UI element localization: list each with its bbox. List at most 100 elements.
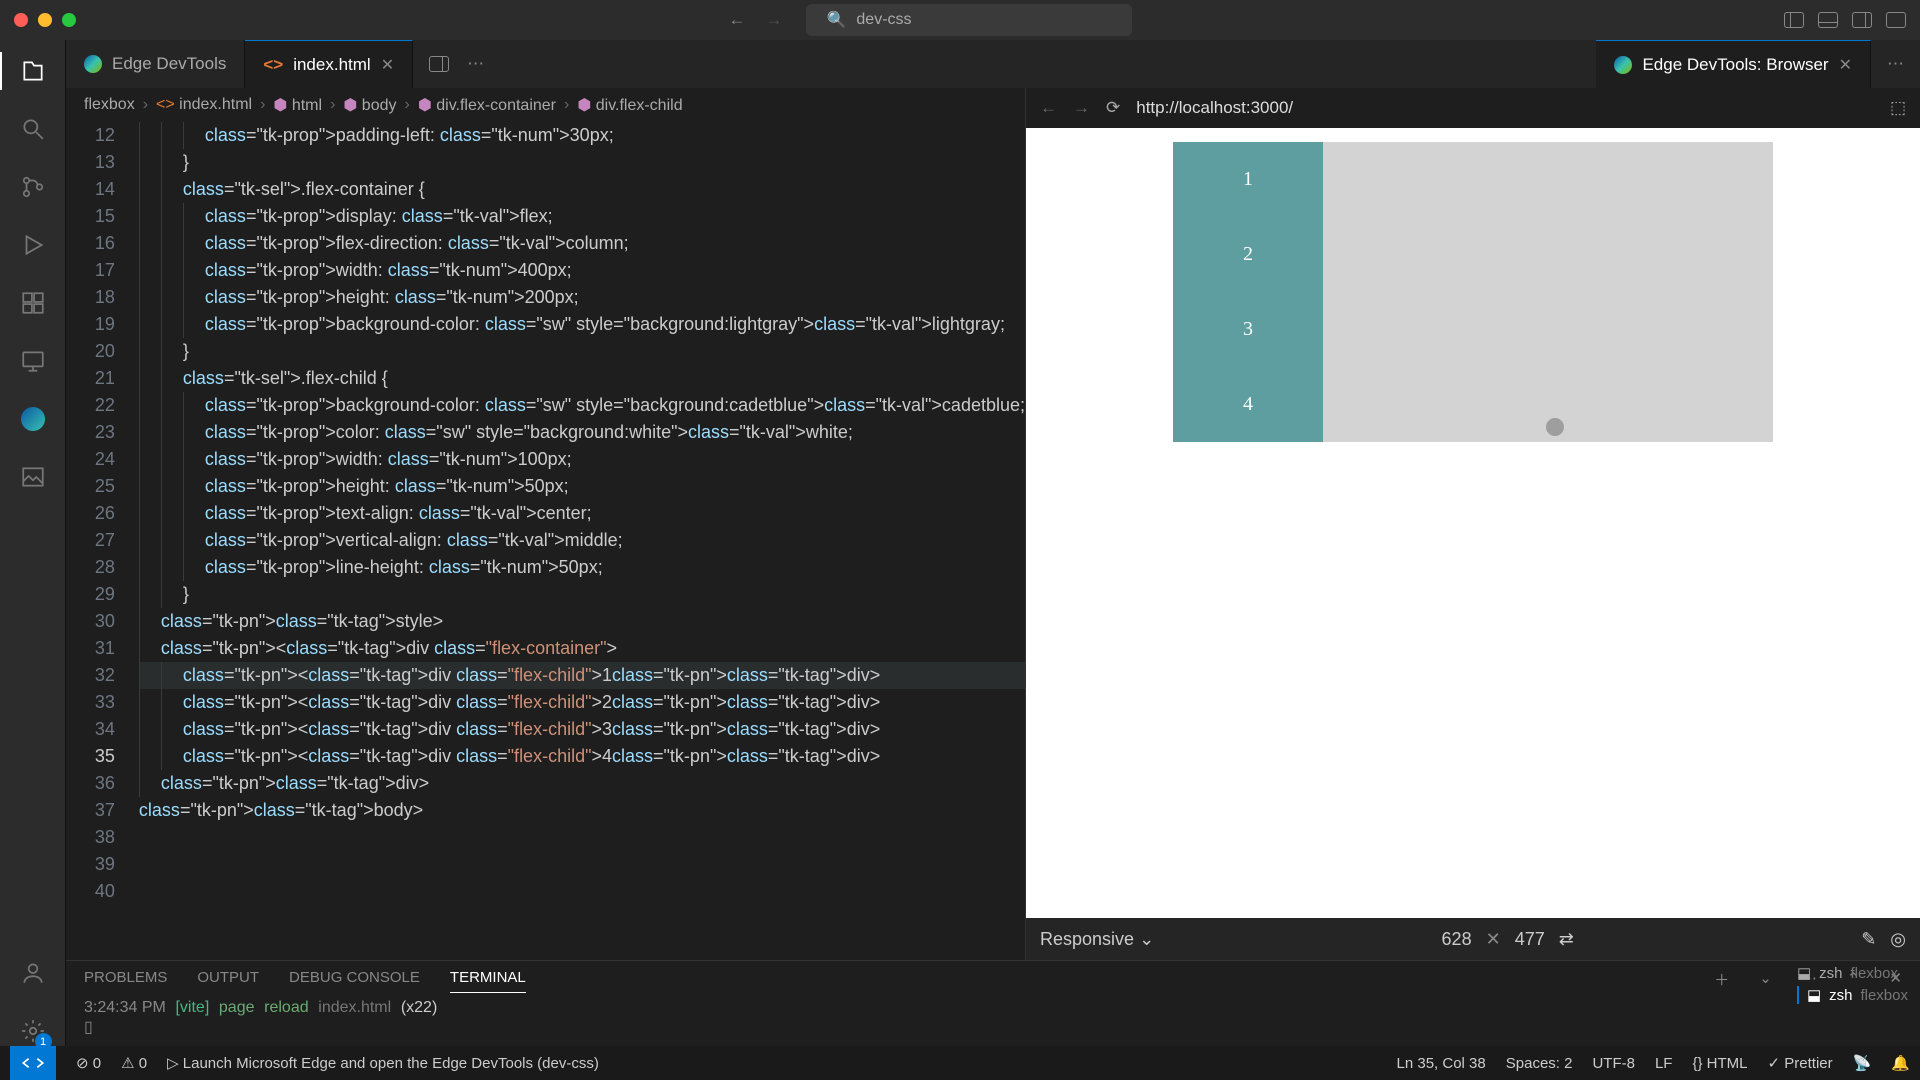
editor-actions: ⋯ bbox=[413, 40, 500, 88]
new-terminal-icon[interactable]: ＋ bbox=[1714, 969, 1729, 993]
breadcrumb-segment[interactable]: ⬢ div.flex-child bbox=[577, 95, 682, 115]
code-line[interactable]: class="tk-pn"><class="tk-tag">div class=… bbox=[139, 743, 1025, 770]
forward-icon[interactable]: → bbox=[765, 10, 782, 30]
language-mode[interactable]: {} HTML bbox=[1692, 1055, 1747, 1072]
toggle-sidebar-icon[interactable] bbox=[1784, 12, 1804, 28]
code-line[interactable]: class="tk-prop">padding-left: class="tk-… bbox=[139, 122, 1025, 149]
back-icon[interactable]: ← bbox=[728, 10, 745, 30]
panel-tab-terminal[interactable]: TERMINAL bbox=[450, 969, 526, 993]
tab-index-html[interactable]: <>index.html✕ bbox=[245, 40, 413, 88]
panel-tab-problems[interactable]: PROBLEMS bbox=[84, 969, 167, 993]
warnings-count[interactable]: ⚠ 0 bbox=[121, 1054, 147, 1072]
terminal-output[interactable]: 3:24:34 PM [vite] page reload index.html… bbox=[66, 993, 1920, 1041]
code-line[interactable]: class="tk-pn"><class="tk-tag">div class=… bbox=[139, 635, 1025, 662]
run-debug-icon[interactable] bbox=[18, 230, 48, 260]
viewport-height[interactable]: 477 bbox=[1515, 929, 1545, 950]
split-editor-icon[interactable] bbox=[429, 56, 449, 72]
toggle-panel-icon[interactable] bbox=[1818, 12, 1838, 28]
breadcrumb-segment[interactable]: ⬢ html bbox=[273, 95, 322, 115]
layout-controls bbox=[1784, 12, 1906, 28]
code-line[interactable]: class="tk-pn"><class="tk-tag">div class=… bbox=[139, 662, 1025, 689]
source-control-icon[interactable] bbox=[18, 172, 48, 202]
code-line[interactable]: class="tk-pn">class="tk-tag">body> bbox=[139, 797, 1025, 824]
terminal-instance[interactable]: ⬓zshflexbox bbox=[1797, 964, 1908, 982]
code-line[interactable]: class="tk-prop">vertical-align: class="t… bbox=[139, 527, 1025, 554]
code-line[interactable]: class="tk-prop">width: class="tk-num">10… bbox=[139, 446, 1025, 473]
extensions-icon[interactable] bbox=[18, 288, 48, 318]
image-icon[interactable] bbox=[18, 462, 48, 492]
terminal-dropdown-icon[interactable]: ⌄ bbox=[1759, 969, 1772, 993]
code-line[interactable]: class="tk-sel">.flex-container { bbox=[139, 176, 1025, 203]
tab-edge-devtools[interactable]: Edge DevTools bbox=[66, 40, 245, 88]
code-line[interactable]: } bbox=[139, 149, 1025, 176]
encoding[interactable]: UTF-8 bbox=[1592, 1055, 1635, 1072]
maximize-window-icon[interactable] bbox=[62, 13, 76, 27]
remote-explorer-icon[interactable] bbox=[18, 346, 48, 376]
status-bar: ⊘ 0 ⚠ 0 ▷ Launch Microsoft Edge and open… bbox=[0, 1046, 1920, 1080]
code-line[interactable]: class="tk-prop">text-align: class="tk-va… bbox=[139, 500, 1025, 527]
feedback-icon[interactable]: 📡 bbox=[1853, 1054, 1872, 1072]
code-line[interactable]: class="tk-prop">height: class="tk-num">2… bbox=[139, 284, 1025, 311]
cursor-position[interactable]: Ln 35, Col 38 bbox=[1397, 1055, 1486, 1072]
code-line[interactable]: class="tk-prop">height: class="tk-num">5… bbox=[139, 473, 1025, 500]
launch-task[interactable]: ▷ Launch Microsoft Edge and open the Edg… bbox=[167, 1054, 599, 1072]
inspect-icon[interactable]: ⬚ bbox=[1890, 98, 1906, 118]
code-editor[interactable]: flexbox›<> index.html›⬢ html›⬢ body›⬢ di… bbox=[66, 88, 1026, 960]
search-icon[interactable] bbox=[18, 114, 48, 144]
minimize-window-icon[interactable] bbox=[38, 13, 52, 27]
customize-layout-icon[interactable] bbox=[1886, 12, 1906, 28]
panel-tab-debug-console[interactable]: DEBUG CONSOLE bbox=[289, 969, 420, 993]
code-line[interactable]: } bbox=[139, 581, 1025, 608]
bell-icon[interactable]: 🔔 bbox=[1891, 1054, 1910, 1072]
breadcrumb[interactable]: flexbox›<> index.html›⬢ html›⬢ body›⬢ di… bbox=[66, 88, 1025, 122]
code-line[interactable]: class="tk-sel">.flex-child { bbox=[139, 365, 1025, 392]
breadcrumb-segment[interactable]: <> index.html bbox=[156, 96, 252, 114]
indentation[interactable]: Spaces: 2 bbox=[1506, 1055, 1573, 1072]
code-line[interactable]: class="tk-prop">line-height: class="tk-n… bbox=[139, 554, 1025, 581]
edge-tools-icon[interactable] bbox=[18, 404, 48, 434]
command-center[interactable]: 🔍 dev-css bbox=[806, 4, 1131, 36]
terminal-instance[interactable]: ⬓zshflexbox bbox=[1797, 986, 1908, 1004]
device-mode-dropdown[interactable]: Responsive ⌄ bbox=[1040, 929, 1154, 950]
code-line[interactable]: class="tk-prop">background-color: class=… bbox=[139, 311, 1025, 338]
accounts-icon[interactable] bbox=[18, 958, 48, 988]
more-actions-icon[interactable]: ⋯ bbox=[1887, 54, 1904, 74]
browser-back-icon[interactable]: ← bbox=[1040, 98, 1057, 118]
url-field[interactable]: http://localhost:3000/ bbox=[1136, 98, 1293, 118]
breadcrumb-segment[interactable]: flexbox bbox=[84, 96, 135, 114]
close-window-icon[interactable] bbox=[14, 13, 28, 27]
code-line[interactable]: class="tk-pn">class="tk-tag">style> bbox=[139, 608, 1025, 635]
code-line[interactable]: class="tk-prop">background-color: class=… bbox=[139, 392, 1025, 419]
remote-indicator[interactable] bbox=[10, 1046, 56, 1080]
browser-forward-icon[interactable]: → bbox=[1073, 98, 1090, 118]
close-tab-icon[interactable]: ✕ bbox=[1839, 55, 1852, 75]
code-line[interactable]: class="tk-pn"><class="tk-tag">div class=… bbox=[139, 689, 1025, 716]
settings-icon[interactable]: 1 bbox=[18, 1016, 48, 1046]
errors-count[interactable]: ⊘ 0 bbox=[76, 1054, 101, 1072]
more-actions-icon[interactable]: ⋯ bbox=[467, 54, 484, 74]
breadcrumb-segment[interactable]: ⬢ div.flex-container bbox=[418, 95, 556, 115]
code-line[interactable]: class="tk-prop">display: class="tk-val">… bbox=[139, 203, 1025, 230]
search-icon: 🔍 bbox=[826, 10, 846, 30]
breadcrumb-segment[interactable]: ⬢ body bbox=[343, 95, 396, 115]
emulation-icon[interactable]: ◎ bbox=[1890, 929, 1906, 950]
code-line[interactable]: class="tk-pn">class="tk-tag">div> bbox=[139, 770, 1025, 797]
reload-icon[interactable]: ⟳ bbox=[1106, 98, 1120, 118]
tab-edge-devtools-browser[interactable]: Edge DevTools: Browser✕ bbox=[1596, 40, 1871, 88]
code-line[interactable]: class="tk-prop">color: class="sw" style=… bbox=[139, 419, 1025, 446]
toggle-secondary-icon[interactable] bbox=[1852, 12, 1872, 28]
code-line[interactable]: } bbox=[139, 338, 1025, 365]
code-line[interactable]: class="tk-pn"><class="tk-tag">div class=… bbox=[139, 716, 1025, 743]
prettier-status[interactable]: ✓ Prettier bbox=[1768, 1054, 1833, 1072]
viewport-width[interactable]: 628 bbox=[1442, 929, 1472, 950]
code-line[interactable]: class="tk-prop">width: class="tk-num">40… bbox=[139, 257, 1025, 284]
eol[interactable]: LF bbox=[1655, 1055, 1673, 1072]
edit-icon[interactable]: ✎ bbox=[1861, 929, 1876, 950]
close-tab-icon[interactable]: ✕ bbox=[381, 55, 394, 75]
browser-viewport[interactable]: 1234 bbox=[1026, 128, 1920, 918]
panel-tab-output[interactable]: OUTPUT bbox=[197, 969, 259, 993]
close-dim-icon[interactable]: ✕ bbox=[1486, 929, 1501, 950]
rotate-icon[interactable]: ⇄ bbox=[1559, 929, 1574, 950]
explorer-icon[interactable] bbox=[18, 56, 48, 86]
code-line[interactable]: class="tk-prop">flex-direction: class="t… bbox=[139, 230, 1025, 257]
